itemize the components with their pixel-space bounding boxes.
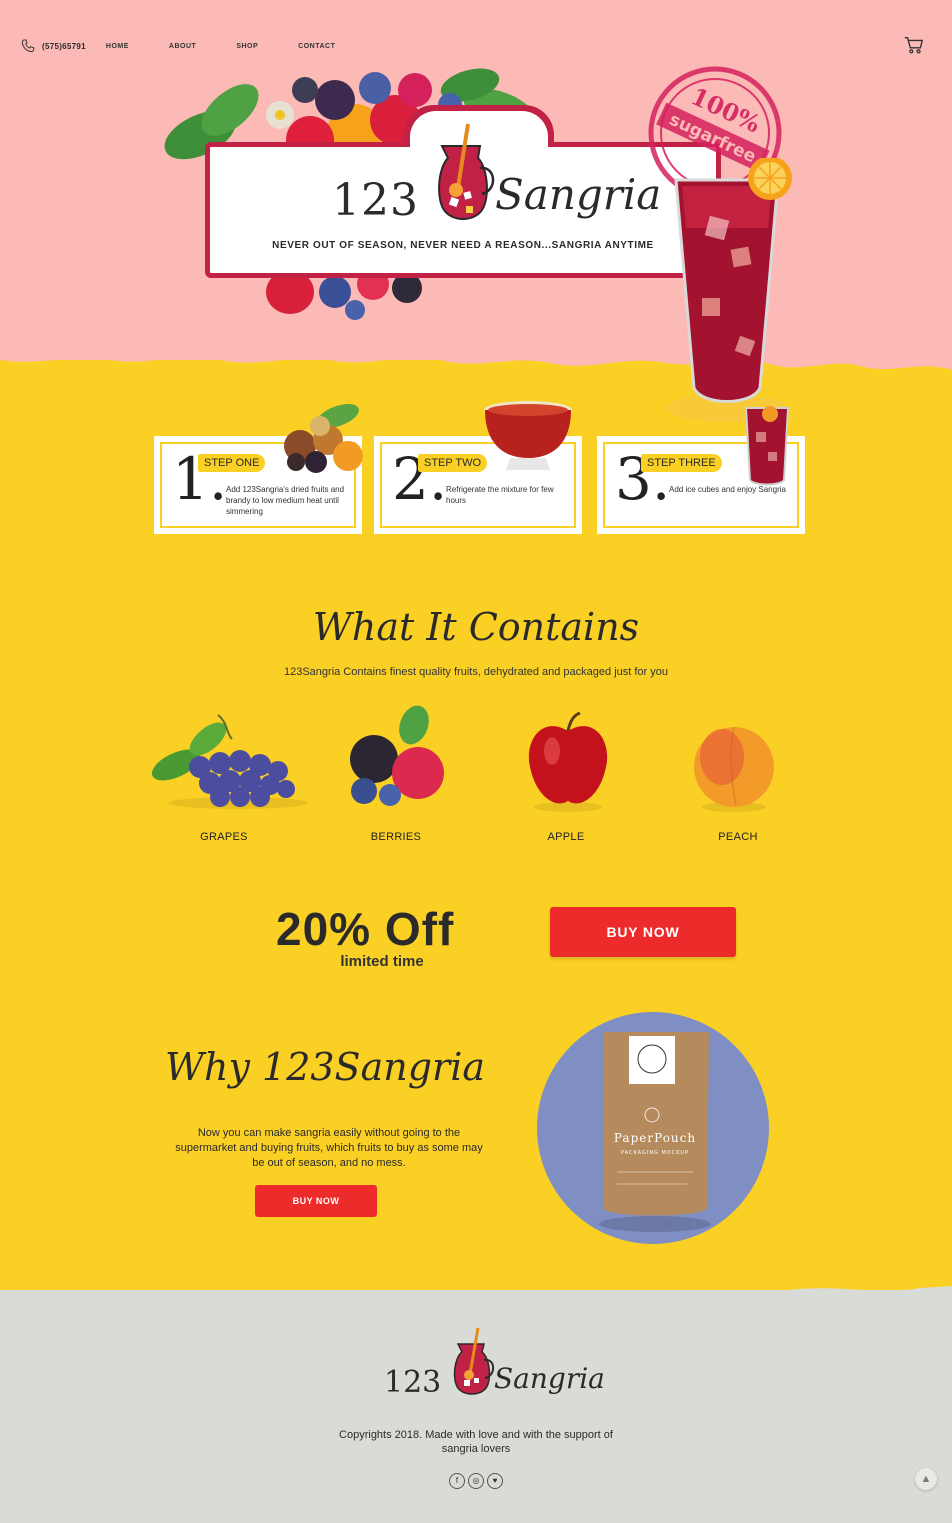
product-pouch-image: PaperPouch PACKAGING MOCKUP — [537, 1012, 769, 1244]
berries-fruit-image — [350, 705, 444, 806]
fruit-label-grapes: GRAPES — [200, 831, 248, 843]
footer-jug-icon — [453, 1327, 495, 1395]
step-text: Add 123Sangria's dried fruits and brandy… — [226, 485, 345, 516]
copyright-text: Copyrights 2018. Made with love and with… — [339, 1429, 613, 1455]
phone-number[interactable]: (575)65791 — [42, 42, 86, 51]
nav-link-contact[interactable]: CONTACT — [298, 43, 335, 50]
peach-image — [694, 726, 774, 812]
step-label: STEP THREE — [641, 454, 722, 472]
step-label: STEP TWO — [418, 454, 488, 472]
paper-pouch-graphic: PaperPouch PACKAGING MOCKUP — [599, 1032, 711, 1232]
discount-headline: 20% Off — [276, 903, 455, 955]
fruit-label-berries: BERRIES — [370, 831, 422, 843]
glass-with-ice-image — [744, 406, 790, 486]
contains-title: What It Contains — [312, 605, 640, 649]
grapes-image — [151, 714, 308, 809]
pouch-subtitle: PACKAGING MOCKUP — [621, 1150, 689, 1156]
punch-bowl-image — [484, 401, 572, 470]
nav-link-home[interactable]: HOME — [106, 43, 129, 50]
scroll-to-top-button[interactable]: ▲ — [915, 1468, 937, 1490]
phone-icon — [21, 39, 35, 53]
hero-tagline: NEVER OUT OF SEASON, NEVER NEED A REASON… — [272, 240, 654, 251]
fruit-label-peach: PEACH — [718, 831, 758, 843]
step-label: STEP ONE — [198, 454, 266, 472]
twitter-icon[interactable]: ♥ — [487, 1473, 503, 1489]
nav-link-shop[interactable]: SHOP — [236, 43, 258, 50]
sangria-jug-icon — [438, 123, 495, 220]
contains-subtitle: 123Sangria Contains finest quality fruit… — [283, 666, 669, 678]
why-buy-now-button[interactable]: BUY NOW — [255, 1185, 377, 1217]
apple-image — [528, 711, 608, 812]
logo-number: 123 — [332, 175, 419, 226]
fruit-label-apple: APPLE — [547, 831, 585, 843]
footer-logo-number: 123 — [384, 1365, 442, 1400]
why-text: Now you can make sangria easily without … — [175, 1127, 483, 1169]
instagram-icon[interactable]: ◎ — [468, 1473, 484, 1489]
logo-word: Sangria — [495, 170, 662, 219]
discount-subtext: limited time — [340, 953, 424, 970]
footer-drip-edge — [0, 1286, 952, 1330]
footer-logo-word: Sangria — [494, 1362, 605, 1395]
sangria-glass-image — [667, 158, 792, 422]
cart-icon[interactable] — [903, 34, 925, 56]
facebook-icon[interactable]: f — [449, 1473, 465, 1489]
hero-drip-edge — [0, 330, 952, 370]
dried-fruits-image — [284, 403, 363, 473]
why-title: Why 123Sangria — [164, 1045, 486, 1089]
buy-now-button[interactable]: BUY NOW — [550, 907, 736, 957]
step-text: Refrigerate the mixture for few hours — [446, 485, 554, 505]
nav-link-about[interactable]: ABOUT — [169, 43, 196, 50]
pouch-title: PaperPouch — [614, 1131, 696, 1145]
